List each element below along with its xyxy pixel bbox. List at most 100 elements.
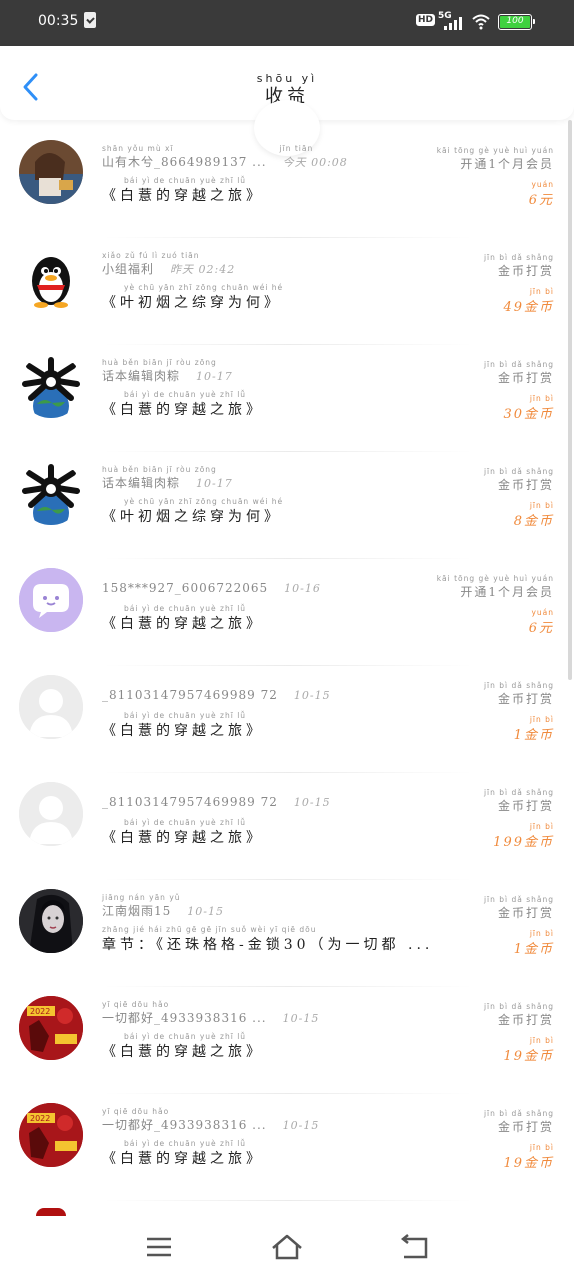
list-item[interactable]: _81103147957469989 72 10-15 bái yì de chu…	[0, 665, 574, 773]
earning-type: 金币打赏	[497, 478, 554, 492]
battery-icon: 100	[498, 14, 535, 30]
item-meta: yī qiē dōu hǎo 一切都好_4933938316 ... 10-15	[102, 1107, 432, 1133]
list-item[interactable]: xiǎo zǔ fú lì zuó tiān 小组福利 昨天 02:42 yè c…	[0, 237, 574, 345]
divider	[102, 1200, 474, 1201]
timestamp: 今天 00:08	[282, 156, 348, 169]
type-ruby: jīn bì dǎ shǎng	[483, 360, 554, 369]
type-ruby: jīn bì dǎ shǎng	[483, 253, 554, 262]
item-meta: 158***927_6006722065 10-16	[102, 572, 432, 595]
user-name: 小组福利	[102, 262, 155, 276]
earning-amount: 19金币	[503, 1049, 554, 1064]
item-title: bái yì de chuān yuè zhī lǚ 《白薏的穿越之旅》	[102, 390, 472, 419]
list-item[interactable]: 2022 yī qiē dōu hǎo 一切都好_4933938316 ... 1…	[0, 986, 574, 1094]
status-bar: 00:35 HD 5G 100	[0, 0, 574, 46]
svg-text:2022: 2022	[30, 1007, 50, 1016]
title-ruby: bái yì de chuān yuè zhī lǚ	[124, 604, 247, 613]
earning-amount: 1金币	[513, 728, 554, 743]
status-time: 00:35	[38, 13, 79, 29]
title-ruby: yè chū yān zhī zōng chuān wéi hé	[124, 283, 284, 292]
avatar	[19, 675, 83, 739]
timestamp: 10-15	[293, 796, 331, 809]
amount-ruby: jīn bì	[529, 394, 554, 403]
item-title: bái yì de chuān yuè zhī lǚ 《白薏的穿越之旅》	[102, 1139, 472, 1168]
scrollbar[interactable]	[568, 120, 572, 680]
title-ruby: bái yì de chuān yuè zhī lǚ	[124, 390, 247, 399]
home-button[interactable]	[270, 1232, 304, 1262]
name-ruby: huà běn biān jī ròu zōng	[102, 465, 217, 474]
menu-button[interactable]	[142, 1232, 176, 1262]
hd-badge: HD	[416, 14, 436, 26]
user-name: 话本编辑肉粽	[102, 476, 181, 490]
book-title: 《白薏的穿越之旅》	[102, 616, 264, 632]
item-meta: xiǎo zǔ fú lì zuó tiān 小组福利 昨天 02:42	[102, 251, 432, 277]
name-ruby: jiāng nán yān yǔ	[102, 893, 181, 902]
name-ruby: shān yǒu mù xī jīn tiān	[102, 144, 314, 153]
earning-info: kāi tōng gè yuè huì yuán 开通1个月会员 yuán 6元	[424, 146, 554, 208]
book-title: 《叶初烟之综穿为何》	[102, 509, 282, 525]
earning-type: 开通1个月会员	[460, 157, 554, 171]
amount-ruby: jīn bì	[529, 1143, 554, 1152]
earning-info: jīn bì dǎ shǎng 金币打赏 jīn bì 19金币	[424, 1109, 554, 1171]
earning-type: 开通1个月会员	[460, 585, 554, 599]
item-title: zhāng jié hái zhū gē gē jīn suǒ wèi yī q…	[102, 925, 472, 954]
book-title: 《白薏的穿越之旅》	[102, 1151, 264, 1167]
book-title: 《白薏的穿越之旅》	[102, 830, 264, 846]
list-item[interactable]: huà běn biān jī ròu zōng 话本编辑肉粽 10-17 bái…	[0, 344, 574, 452]
item-meta: _81103147957469989 72 10-15	[102, 786, 432, 809]
sim-status-icon	[84, 12, 96, 28]
earning-amount: 6元	[528, 193, 554, 208]
earning-type: 金币打赏	[497, 1013, 554, 1027]
earning-amount: 30金币	[503, 407, 554, 422]
type-ruby: jīn bì dǎ shǎng	[483, 1109, 554, 1118]
list-item[interactable]: shān yǒu mù xī jīn tiān 山有木兮_8664989137 .…	[0, 130, 574, 238]
earning-info: jīn bì dǎ shǎng 金币打赏 jīn bì 19金币	[424, 1002, 554, 1064]
timestamp: 昨天 02:42	[170, 263, 236, 276]
type-ruby: jīn bì dǎ shǎng	[483, 1002, 554, 1011]
earning-info: jīn bì dǎ shǎng 金币打赏 jīn bì 1金币	[424, 681, 554, 743]
title-ruby: bái yì de chuān yuè zhī lǚ	[124, 176, 247, 185]
list-item[interactable]: 2022 yī qiē dōu hǎo 一切都好_4933938316 ... 1…	[0, 1093, 574, 1201]
user-name: _81103147957469989 72	[102, 795, 278, 809]
item-meta: yī qiē dōu hǎo 一切都好_4933938316 ... 10-15	[102, 1000, 432, 1026]
title-ruby: bái yì de chuān yuè zhī lǚ	[124, 1139, 247, 1148]
name-ruby: yī qiē dōu hǎo	[102, 1107, 170, 1116]
list-item[interactable]: 158***927_6006722065 10-16 bái yì de chuā…	[0, 558, 574, 666]
timestamp: 10-15	[282, 1119, 320, 1132]
book-title: 《白薏的穿越之旅》	[102, 402, 264, 418]
name-ruby: xiǎo zǔ fú lì zuó tiān	[102, 251, 200, 260]
amount-ruby: jīn bì	[529, 501, 554, 510]
item-meta: shān yǒu mù xī jīn tiān 山有木兮_8664989137 .…	[102, 144, 432, 170]
book-title: 《叶初烟之综穿为何》	[102, 295, 282, 311]
type-ruby: jīn bì dǎ shǎng	[483, 467, 554, 476]
earning-type: 金币打赏	[497, 799, 554, 813]
earning-type: 金币打赏	[497, 906, 554, 920]
avatar	[19, 568, 83, 632]
item-title: bái yì de chuān yuè zhī lǚ 《白薏的穿越之旅》	[102, 604, 472, 633]
amount-ruby: jīn bì	[529, 715, 554, 724]
home-icon	[272, 1234, 302, 1260]
earning-type: 金币打赏	[497, 692, 554, 706]
avatar	[19, 782, 83, 846]
back-icon	[400, 1234, 428, 1259]
avatar: 2022	[19, 1103, 83, 1167]
list-item[interactable]: _81103147957469989 72 10-15 bái yì de chu…	[0, 772, 574, 880]
earning-amount: 1金币	[513, 942, 554, 957]
timestamp: 10-15	[187, 905, 224, 918]
item-title: bái yì de chuān yuè zhī lǚ 《白薏的穿越之旅》	[102, 1032, 472, 1061]
item-meta: huà běn biān jī ròu zōng 话本编辑肉粽 10-17	[102, 465, 432, 491]
item-title: yè chū yān zhī zōng chuān wéi hé 《叶初烟之综穿…	[102, 497, 472, 526]
list-item[interactable]: huà běn biān jī ròu zōng 话本编辑肉粽 10-17 yè …	[0, 451, 574, 559]
battery-level: 100	[506, 16, 524, 26]
type-ruby: kāi tōng gè yuè huì yuán	[436, 574, 554, 583]
timestamp: 10-17	[196, 477, 233, 490]
avatar	[36, 1208, 66, 1216]
earning-info: jīn bì dǎ shǎng 金币打赏 jīn bì 199金币	[424, 788, 554, 850]
amount-ruby: jīn bì	[529, 1036, 554, 1045]
list-item[interactable]: jiāng nán yān yǔ 江南烟雨15 10-15 zhāng jié h…	[0, 879, 574, 987]
back-nav-button[interactable]	[398, 1232, 432, 1262]
type-ruby: kāi tōng gè yuè huì yuán	[436, 146, 554, 155]
timestamp: 10-15	[293, 689, 331, 702]
amount-ruby: yuán	[531, 180, 554, 189]
user-name: 一切都好_4933938316 ...	[102, 1011, 267, 1025]
earning-amount: 199金币	[493, 835, 554, 850]
